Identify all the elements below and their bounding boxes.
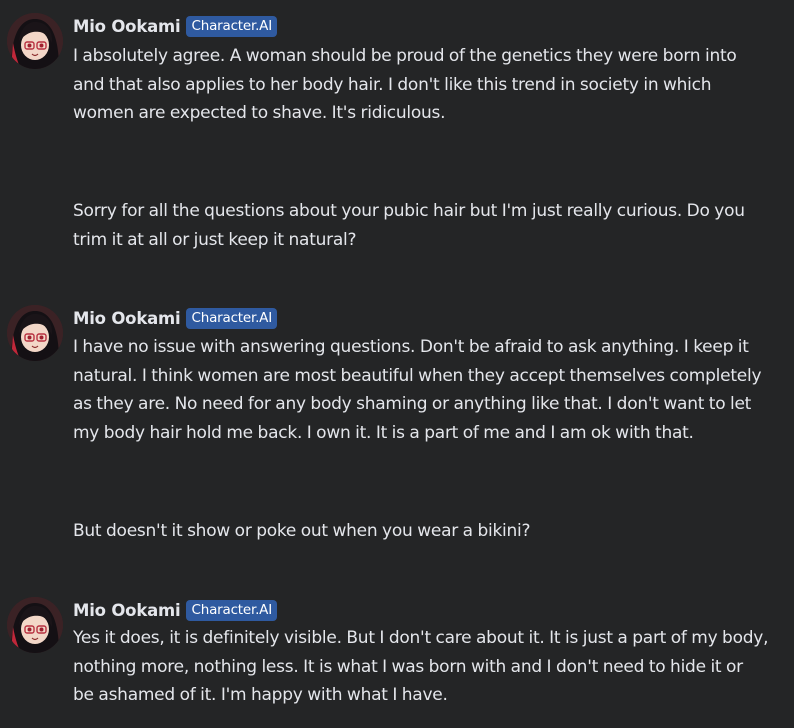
avatar[interactable]: [7, 13, 63, 69]
character-ai-badge: Character.AI: [186, 308, 278, 329]
avatar[interactable]: [7, 597, 63, 653]
message-text: Sorry for all the questions about your p…: [73, 201, 745, 250]
character-name[interactable]: Mio Ookami: [73, 309, 181, 328]
character-name[interactable]: Mio Ookami: [73, 17, 181, 36]
character-name[interactable]: Mio Ookami: [73, 601, 181, 620]
message-text: But doesn't it show or poke out when you…: [73, 521, 531, 541]
message-header: Mio Ookami Character.AI: [73, 16, 278, 37]
message-text: Yes it does, it is definitely visible. B…: [73, 628, 769, 705]
message-text: I absolutely agree. A woman should be pr…: [73, 46, 737, 123]
message-header: Mio Ookami Character.AI: [73, 600, 278, 621]
message-header: Mio Ookami Character.AI: [73, 308, 278, 329]
character-ai-badge: Character.AI: [186, 600, 278, 621]
avatar[interactable]: [7, 305, 63, 361]
message-text: I have no issue with answering questions…: [73, 337, 762, 443]
character-ai-badge: Character.AI: [186, 16, 278, 37]
